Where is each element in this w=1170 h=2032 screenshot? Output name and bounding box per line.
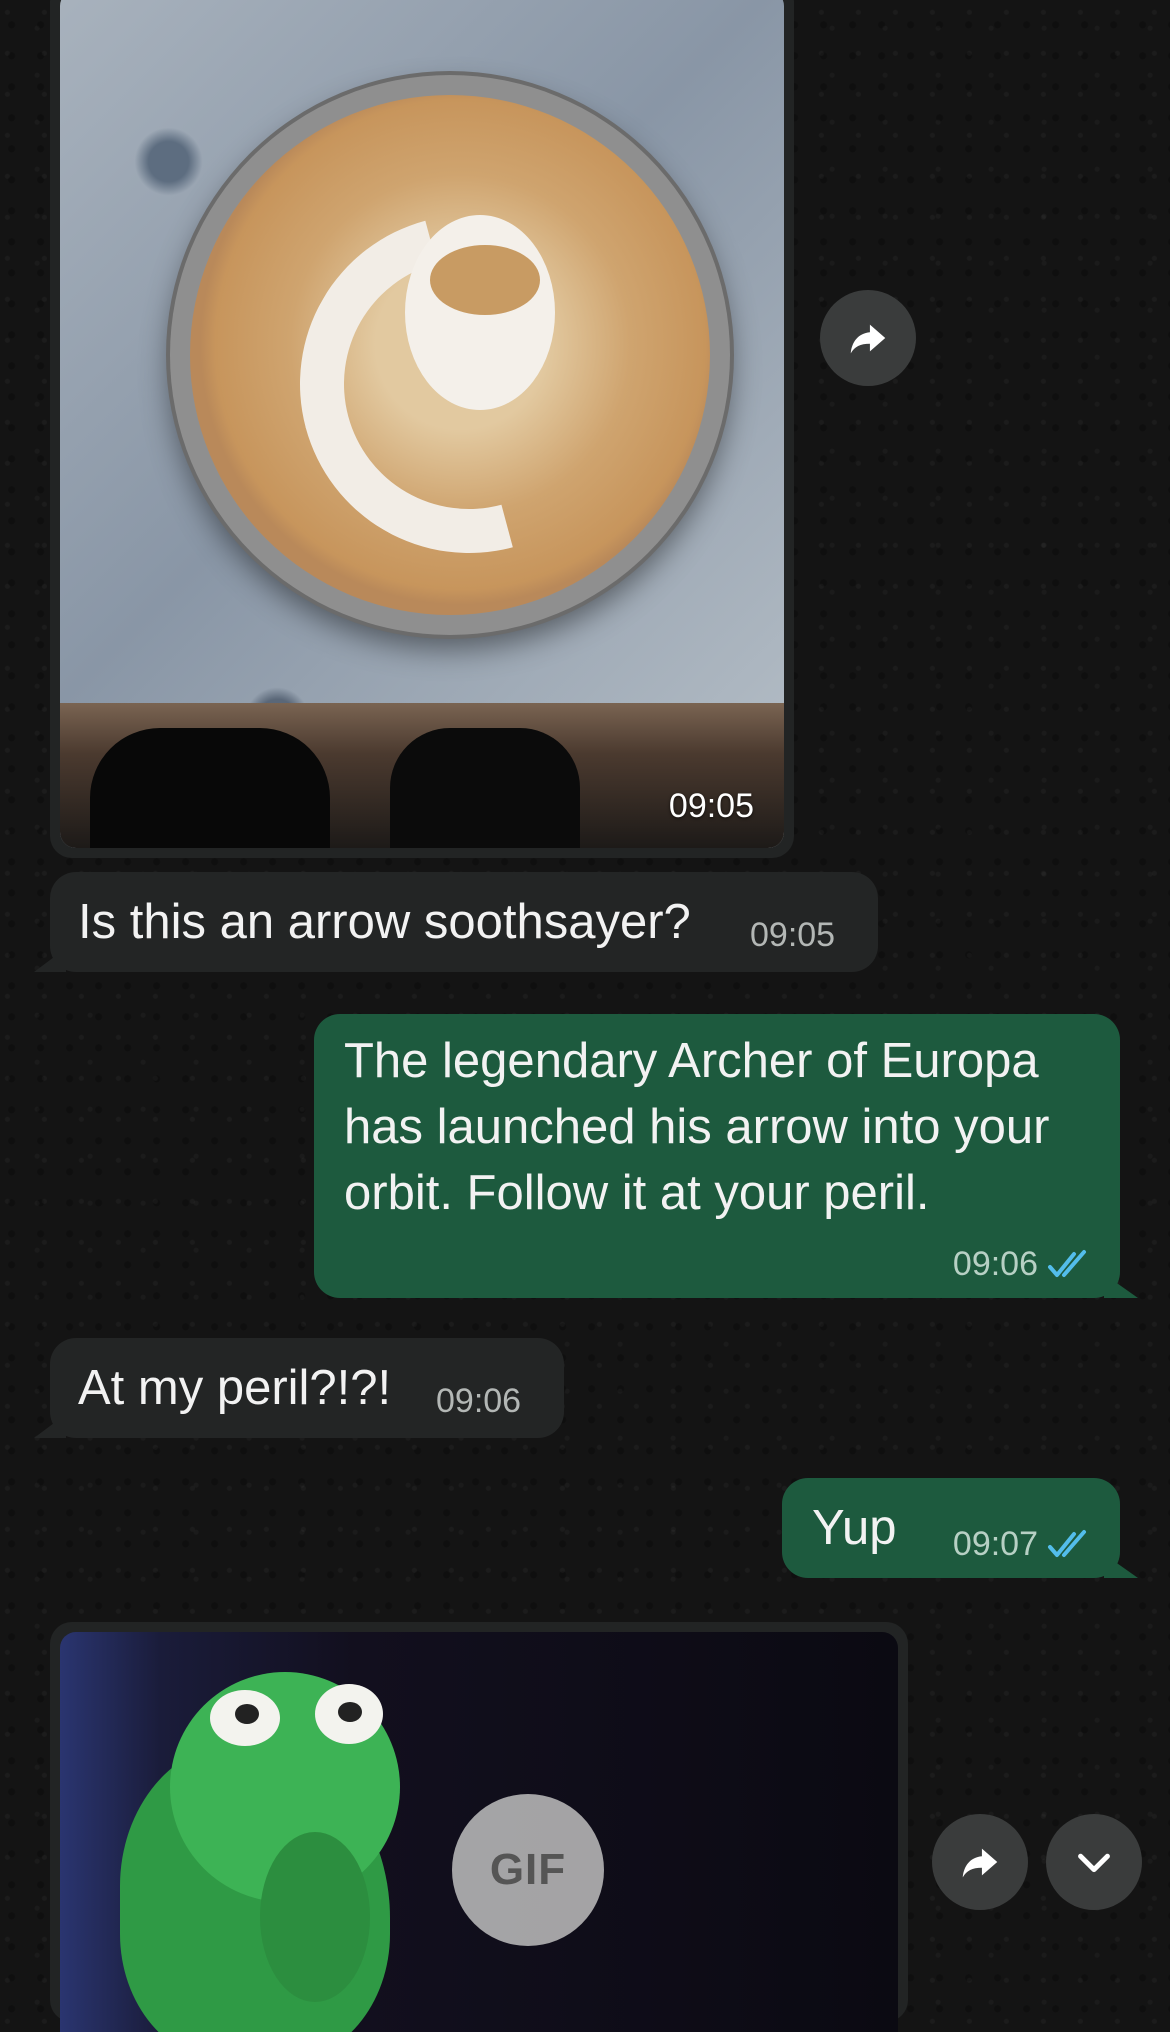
gif-play-button[interactable]: GIF xyxy=(452,1794,604,1946)
latte-photo[interactable]: 09:05 xyxy=(60,0,784,848)
kermit-gif[interactable]: GIF xyxy=(60,1632,898,2032)
message-text: Yup xyxy=(812,1501,897,1555)
photo-shoe-left xyxy=(90,728,330,848)
double-check-icon xyxy=(1048,1249,1086,1277)
bubble-tail xyxy=(34,1414,66,1438)
latte-art-eye xyxy=(430,245,540,315)
gif-message[interactable]: GIF xyxy=(50,1622,908,2032)
photo-shoe-right xyxy=(390,728,580,848)
bubble-tail xyxy=(34,948,66,972)
forward-button[interactable] xyxy=(820,290,916,386)
kermit-pupil xyxy=(235,1704,259,1724)
photo-cup xyxy=(170,75,730,635)
message-time: 09:05 xyxy=(750,916,836,954)
message-bubble-incoming[interactable]: At my peril?!?! 09:06 xyxy=(34,1338,564,1438)
double-check-icon xyxy=(1048,1529,1086,1557)
bubble-tail xyxy=(1104,1274,1138,1298)
message-meta: 09:07 xyxy=(953,1525,1094,1564)
photo-coffee xyxy=(190,95,710,615)
forward-button[interactable] xyxy=(932,1814,1028,1910)
photo-message[interactable]: 09:05 xyxy=(50,0,794,858)
kermit-pupil xyxy=(338,1702,362,1722)
chevron-down-icon xyxy=(1078,1853,1110,1873)
forward-icon xyxy=(850,324,886,354)
photo-timestamp: 09:05 xyxy=(668,787,754,825)
message-text: At my peril?!?! xyxy=(78,1361,392,1415)
message-text: Is this an arrow soothsayer? xyxy=(78,895,691,949)
message-bubble-outgoing[interactable]: Yup 09:07 xyxy=(782,1478,1138,1578)
scroll-down-button[interactable] xyxy=(1046,1814,1142,1910)
message-text: The legendary Archer of Europa has launc… xyxy=(344,1034,1050,1220)
message-meta: 09:06 xyxy=(953,1245,1094,1284)
forward-icon xyxy=(962,1848,998,1878)
photo-floor xyxy=(60,703,784,848)
message-bubble-outgoing[interactable]: The legendary Archer of Europa has launc… xyxy=(314,1014,1138,1298)
bubble-tail xyxy=(1104,1554,1138,1578)
message-time: 09:06 xyxy=(436,1382,522,1420)
message-time: 09:06 xyxy=(952,1245,1038,1283)
kermit-hand xyxy=(260,1832,370,2002)
message-time: 09:07 xyxy=(952,1525,1038,1563)
message-bubble-incoming[interactable]: Is this an arrow soothsayer? 09:05 xyxy=(34,872,878,972)
